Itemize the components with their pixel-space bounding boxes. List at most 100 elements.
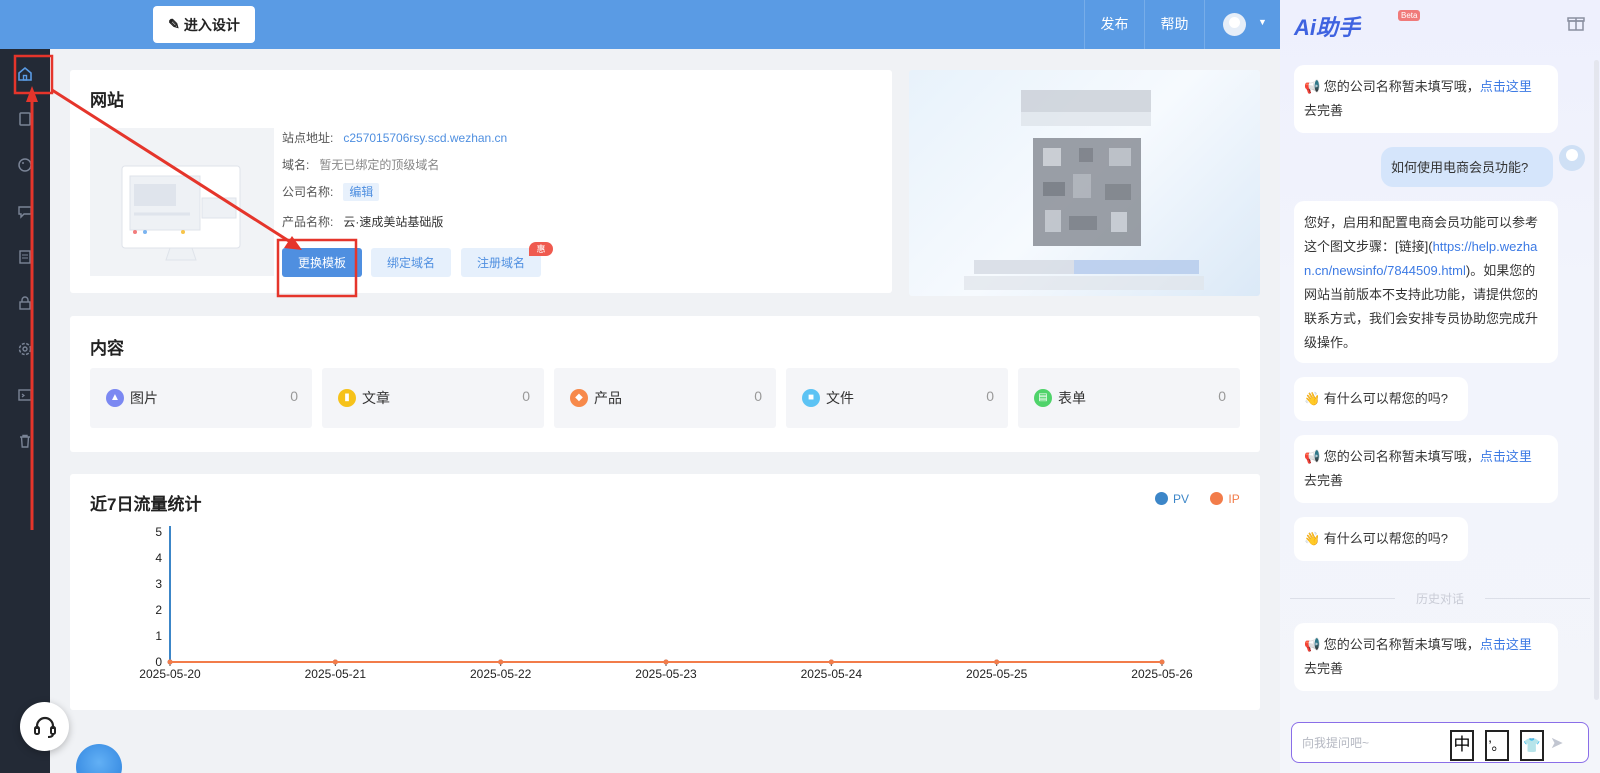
complete-company-link[interactable]: 点击这里 — [1480, 449, 1532, 464]
x-tick-label: 2025-05-22 — [470, 667, 532, 681]
gift-icon[interactable] — [1567, 14, 1585, 37]
image-icon: ▲ — [106, 389, 124, 407]
series-point-ip — [332, 659, 338, 665]
series-point-ip — [167, 659, 173, 665]
site-address-link[interactable]: c257015706rsy.scd.wezhan.cn — [343, 131, 507, 145]
headset-icon — [33, 716, 56, 738]
stat-tile-files[interactable]: ■ 文件 0 — [786, 368, 1008, 428]
ime-skin-icon[interactable]: 👕 — [1520, 730, 1544, 761]
stat-label: 表单 — [1058, 390, 1086, 406]
message-tail: 去完善 — [1304, 103, 1344, 118]
stat-count: 0 — [290, 388, 298, 404]
series-point-ip — [663, 659, 669, 665]
change-template-button[interactable]: 更换模板 — [282, 248, 362, 277]
company-label: 公司名称: — [282, 185, 334, 199]
stat-label: 图片 — [130, 390, 158, 406]
series-point-ip — [1159, 659, 1165, 665]
enter-design-button[interactable]: ✎ 进入设计 — [153, 6, 255, 43]
legend-dot-pv — [1155, 492, 1168, 505]
company-edit-button[interactable]: 编辑 — [343, 183, 380, 201]
product-row: 产品名称: 云·速成美站基础版 — [282, 213, 443, 230]
product-value: 云·速成美站基础版 — [343, 215, 444, 229]
product-label: 产品名称: — [282, 215, 334, 229]
beta-badge: Beta — [1398, 10, 1421, 21]
ai-message: 📢 您的公司名称暂未填写哦，点击这里 去完善 — [1294, 65, 1558, 133]
ime-punctuation-toggle[interactable]: ’。 — [1485, 730, 1509, 761]
stat-count: 0 — [754, 388, 762, 404]
y-tick-label: 1 — [155, 629, 162, 643]
chart-legend: PV IP — [1155, 492, 1240, 506]
stat-tile-forms[interactable]: ▤ 表单 0 — [1018, 368, 1240, 428]
floating-widget[interactable] — [76, 744, 122, 773]
domain-row: 域名: 暂无已绑定的顶级域名 — [282, 156, 439, 173]
site-thumbnail[interactable] — [90, 128, 274, 276]
legend-label-pv: PV — [1173, 492, 1190, 506]
avatar[interactable] — [1223, 13, 1246, 36]
x-tick-label: 2025-05-20 — [139, 667, 201, 681]
stat-count: 0 — [1218, 388, 1226, 404]
help-link[interactable]: 帮助 — [1144, 0, 1204, 49]
y-tick-label: 5 — [155, 525, 162, 539]
stat-label: 文章 — [362, 390, 390, 406]
traffic-title: 近7日流量统计 — [90, 495, 202, 514]
y-tick-label: 4 — [155, 551, 162, 565]
ai-help-message: 👋 有什么可以帮您的吗? — [1294, 517, 1468, 561]
ime-chinese-toggle[interactable]: 中 — [1450, 730, 1474, 761]
user-message: 如何使用电商会员功能? — [1381, 147, 1553, 187]
complete-company-link[interactable]: 点击这里 — [1480, 637, 1532, 652]
complete-company-link[interactable]: 点击这里 — [1480, 79, 1532, 94]
stat-count: 0 — [986, 388, 994, 404]
customer-support-button[interactable] — [20, 702, 69, 751]
top-bar: ✎ 进入设计 发布 帮助 ▼ — [0, 0, 1280, 49]
message-tail: 去完善 — [1304, 661, 1344, 676]
folder-icon: ■ — [802, 389, 820, 407]
content-title: 内容 — [90, 339, 124, 358]
site-address-label: 站点地址: — [282, 131, 334, 145]
palette-icon[interactable] — [15, 157, 35, 177]
x-tick-label: 2025-05-26 — [1131, 667, 1193, 681]
article-icon: ▮ — [338, 389, 356, 407]
user-avatar — [1559, 145, 1585, 171]
website-title: 网站 — [90, 91, 124, 110]
message-tail: 去完善 — [1304, 473, 1344, 488]
x-tick-label: 2025-05-23 — [635, 667, 697, 681]
stat-tile-articles[interactable]: ▮ 文章 0 — [322, 368, 544, 428]
series-point-ip — [828, 659, 834, 665]
form-icon: ▤ — [1034, 389, 1052, 407]
legend-item-pv[interactable]: PV — [1155, 492, 1189, 506]
ai-message: 📢 您的公司名称暂未填写哦，点击这里 去完善 — [1294, 623, 1558, 691]
series-point-ip — [498, 659, 504, 665]
settings-icon[interactable] — [15, 341, 35, 361]
site-qr-preview[interactable] — [909, 70, 1260, 296]
stat-label: 文件 — [826, 390, 854, 406]
series-point-ip — [994, 659, 1000, 665]
lock-icon[interactable] — [15, 295, 35, 315]
site-address-row: 站点地址: c257015706rsy.scd.wezhan.cn — [282, 129, 507, 146]
list-icon[interactable] — [15, 249, 35, 269]
company-row: 公司名称: 编辑 — [282, 183, 380, 201]
message-text: 📢 您的公司名称暂未填写哦， — [1304, 449, 1480, 464]
x-tick-label: 2025-05-25 — [966, 667, 1028, 681]
send-icon[interactable]: ➤ — [1550, 733, 1563, 753]
chat-icon[interactable] — [15, 203, 35, 223]
traffic-line-chart: 0123452025-05-20 2025-05-21 2025-05-22 2025… — [139, 525, 1193, 681]
website-card: 网站 站点地址: c257015706rsy.scd.wezhan.cn 域名: 暂… — [70, 70, 892, 293]
legend-item-ip[interactable]: IP — [1210, 492, 1240, 506]
pencil-icon: ✎ — [168, 16, 180, 32]
code-icon[interactable] — [15, 387, 35, 407]
ai-question-input[interactable] — [1302, 733, 1462, 753]
stat-tile-products[interactable]: ◆ 产品 0 — [554, 368, 776, 428]
stat-tile-images[interactable]: ▲ 图片 0 — [90, 368, 312, 428]
publish-link[interactable]: 发布 — [1084, 0, 1144, 49]
chevron-down-icon[interactable]: ▼ — [1258, 17, 1267, 27]
domain-label: 域名: — [282, 158, 310, 172]
message-text: 📢 您的公司名称暂未填写哦， — [1304, 637, 1480, 652]
legend-dot-ip — [1210, 492, 1224, 505]
home-icon[interactable] — [15, 65, 35, 85]
bind-domain-button[interactable]: 绑定域名 — [371, 248, 451, 277]
trash-icon[interactable] — [15, 433, 35, 453]
legend-label-ip: IP — [1228, 492, 1240, 506]
page-icon[interactable] — [15, 111, 35, 131]
scrollbar[interactable] — [1594, 60, 1599, 700]
ai-header: Ai助手 Beta — [1280, 0, 1600, 49]
